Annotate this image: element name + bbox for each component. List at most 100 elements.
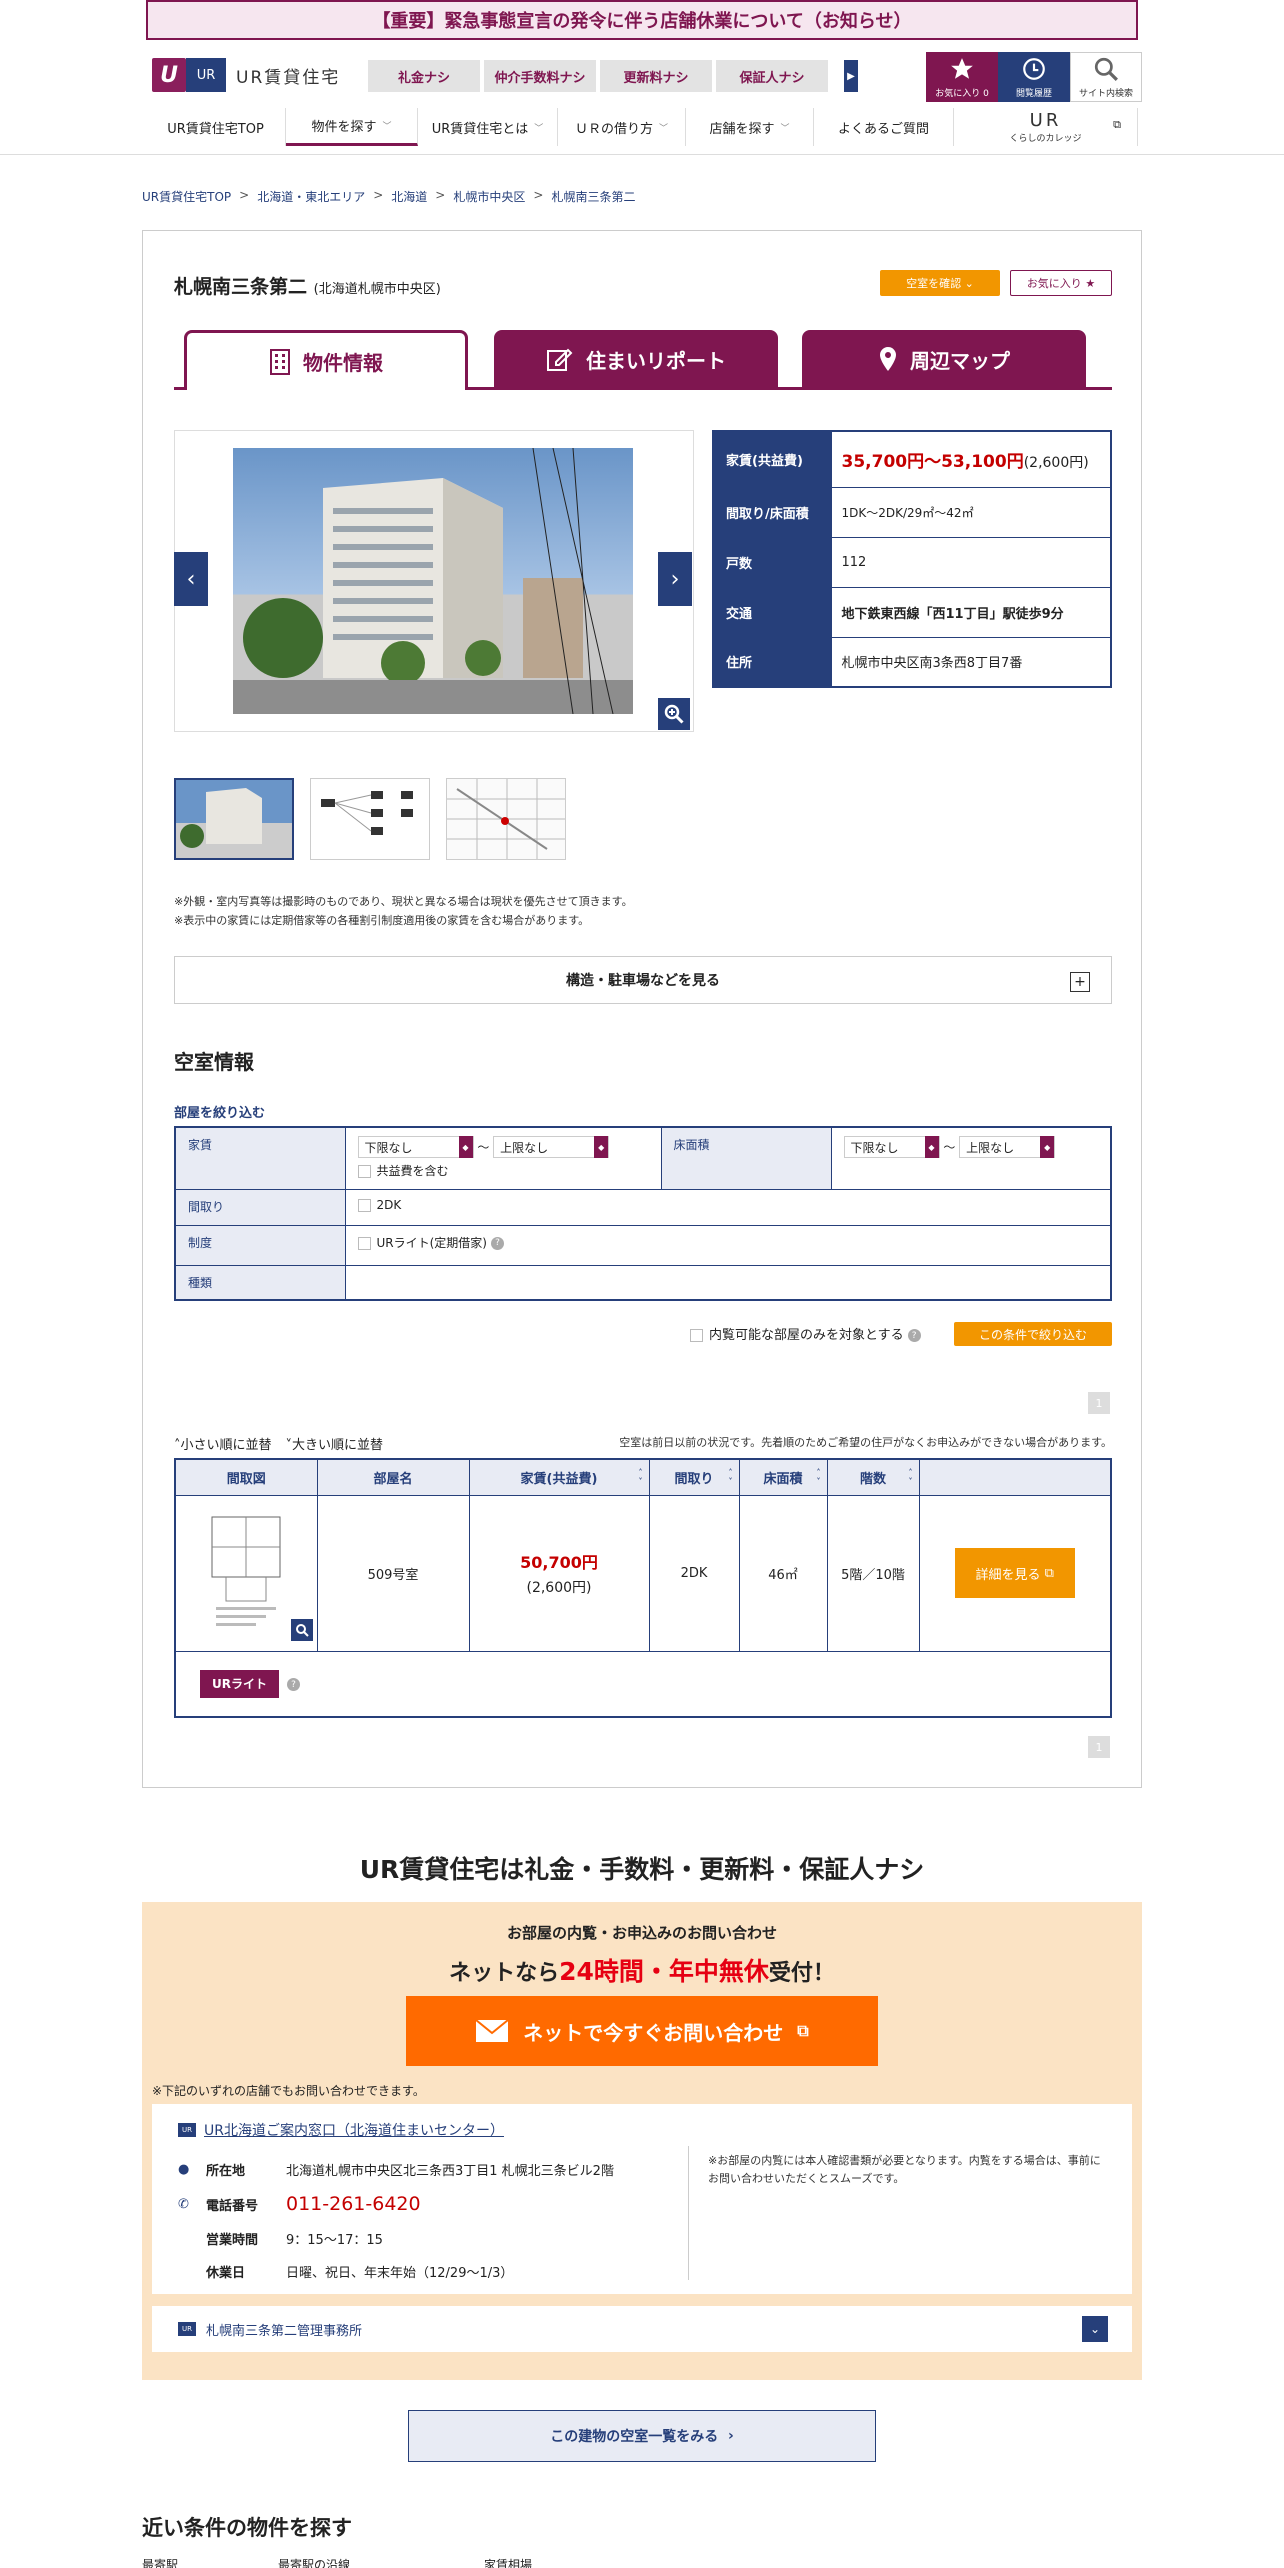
floorplan-image <box>211 1516 281 1626</box>
thumbnail-access-chart[interactable] <box>310 778 430 860</box>
gallery-next-button[interactable]: › <box>658 552 692 606</box>
kurashi-college-link[interactable]: UR くらしのカレッジ ⧉ <box>954 108 1138 146</box>
filter-shurui-label: 種類 <box>174 1264 346 1300</box>
zoom-button[interactable] <box>658 698 690 730</box>
filter-shurui-cell <box>344 1264 1112 1300</box>
vacancy-status-note: 空室は前日以前の状況です。先着順のためご希望の住戸がなくお申込みができない場合が… <box>619 1436 1112 1449</box>
logo-ur-badge: UR <box>186 58 226 92</box>
add-favorite-button[interactable]: お気に入り ★ <box>1010 270 1112 296</box>
building-vacancy-list-button[interactable]: この建物の空室一覧をみる › <box>408 2410 876 2462</box>
include-common-label: 共益費を含む <box>376 1164 449 1178</box>
zoom-icon[interactable] <box>290 1618 313 1641</box>
thumbnail-area-map[interactable] <box>446 778 566 860</box>
gnav-how-to-rent[interactable]: ＵＲの借り方 ﹀ <box>558 108 686 146</box>
chevron-down-icon: ﹀ <box>382 122 392 132</box>
gnav-about[interactable]: UR賃貸住宅とは ﹀ <box>418 108 558 146</box>
room-rent: 50,700円 (2,600円) <box>468 1494 650 1652</box>
tab-property-info[interactable]: 物件情報 <box>184 330 468 390</box>
sort-links: ˄小さい順に並替 ˅大きい順に並替 <box>174 1434 383 1453</box>
apply-filter-button[interactable]: この条件で絞り込む <box>954 1322 1112 1346</box>
breadcrumb-city[interactable]: 札幌市中央区 <box>453 188 525 205</box>
nashi-chukai[interactable]: 仲介手数料ナシ <box>484 60 596 92</box>
floor-min-select[interactable]: 下限なし ◆ <box>843 1136 940 1158</box>
floor-max-select[interactable]: 上限なし ◆ <box>959 1136 1056 1158</box>
units-value: 112 <box>830 536 1112 588</box>
col-rent[interactable]: 家賃(共益費) ˄ ˅ <box>468 1458 650 1496</box>
rent-min-select[interactable]: 下限なし ◆ <box>357 1136 474 1158</box>
near-station-link[interactable]: 最寄駅 <box>142 2556 278 2568</box>
chevron-down-icon: ﹀ <box>780 123 790 134</box>
chevron-down-icon: ⌄ <box>964 276 974 290</box>
near-rent-link[interactable]: 家賃相場 <box>484 2556 532 2568</box>
history-button[interactable]: 閲覧履歴 <box>998 52 1070 102</box>
nashi-reikin[interactable]: 礼金ナシ <box>368 60 480 92</box>
gnav-search-property[interactable]: 物件を探す ﹀ <box>286 108 418 146</box>
site-search-button[interactable]: サイト内検索 <box>1070 52 1142 102</box>
view-detail-button[interactable]: 詳細を見る ⧉ <box>954 1548 1075 1598</box>
favorite-button[interactable]: お気に入り 0 <box>926 52 998 102</box>
breadcrumb-top[interactable]: UR賃貸住宅TOP <box>142 188 231 205</box>
gnav-top[interactable]: UR賃貸住宅TOP <box>146 108 286 146</box>
site-logo[interactable]: U UR UR賃貸住宅 <box>152 58 340 92</box>
col-action <box>918 1458 1112 1496</box>
madori-2dk-checkbox[interactable] <box>357 1198 371 1212</box>
structure-parking-toggle[interactable]: 構造・駐車場などを見る <box>174 956 1112 1004</box>
store-holiday: 日曜、祝日、年末年始（12/29～1/3） <box>286 2266 514 2281</box>
room-filter-table: 家賃 下限なし ◆ ～ 上限なし ◆ 共益費を含む 床面積 下限なし ◆ ～ 上限なし… <box>174 1126 1112 1301</box>
gnav-stores[interactable]: 店舗を探す ﹀ <box>686 108 814 146</box>
store-details: ● 所在地 北海道札幌市中央区北三条西3丁目1 札幌北三条ビル2階 ✆ 電話番号 011… <box>178 2162 614 2281</box>
emergency-notice-link[interactable]: 【重要】緊急事態宣言の発令に伴う店舗休業について（お知らせ） <box>146 0 1138 40</box>
rent-max-select[interactable]: 上限なし ◆ <box>493 1136 610 1158</box>
check-vacancy-button[interactable]: 空室を確認 ⌄ <box>880 270 1000 296</box>
building-photo[interactable] <box>233 448 633 714</box>
floorplan-cell[interactable] <box>174 1494 318 1652</box>
rent-value: 35,700円～53,100円(2,600円) <box>830 430 1112 488</box>
nashi-koshin[interactable]: 更新料ナシ <box>600 60 712 92</box>
pager-top-page-1[interactable]: 1 <box>1088 1392 1110 1414</box>
pager-bottom-page-1[interactable]: 1 <box>1088 1736 1110 1758</box>
nashi-next-arrow[interactable]: ▶ <box>844 60 858 92</box>
sort-descending-link[interactable]: ˅大きい順に並替 <box>286 1434 384 1453</box>
header-divider <box>0 154 1284 155</box>
breadcrumb-region[interactable]: 北海道・東北エリア <box>257 188 365 205</box>
near-line-link[interactable]: 最寄駅の沿線 <box>278 2556 484 2568</box>
sort-icon: ˄ ˅ <box>638 1468 643 1486</box>
urlite-checkbox[interactable] <box>357 1236 371 1250</box>
filter-seido-label: 制度 <box>174 1224 346 1266</box>
help-icon[interactable]: ? <box>287 1678 300 1692</box>
rent-label: 家賃(共益費) <box>712 430 832 488</box>
tab-living-report[interactable]: 住まいリポート <box>494 330 778 388</box>
chevron-down-icon[interactable]: ⌄ <box>1082 2316 1108 2342</box>
select-arrow-icon: ◆ <box>924 1136 939 1158</box>
store-phone[interactable]: 011-261-6420 <box>286 2193 421 2215</box>
viewable-only-checkbox[interactable] <box>690 1329 703 1342</box>
breadcrumb-current[interactable]: 札幌南三条第二 <box>551 188 635 205</box>
col-area[interactable]: 床面積 ˄ ˅ <box>738 1458 828 1496</box>
filter-rent-cell: 下限なし ◆ ～ 上限なし ◆ 共益費を含む <box>344 1126 662 1190</box>
vacancy-result-table: 間取図 部屋名 家賃(共益費) ˄ ˅ 間取り ˄ ˅ 床面積 ˄ ˅ 階数 ˄ ˅ 509号室… <box>174 1458 1112 1718</box>
edit-icon <box>547 348 573 371</box>
breadcrumb-pref[interactable]: 北海道 <box>391 188 427 205</box>
include-common-checkbox[interactable] <box>357 1165 371 1178</box>
star-icon <box>951 57 973 79</box>
favorite-label: お気に入り <box>935 88 981 99</box>
gnav-faq[interactable]: よくあるご質問 <box>814 108 954 146</box>
col-floor[interactable]: 階数 ˄ ˅ <box>826 1458 920 1496</box>
external-link-icon: ⧉ <box>797 2021 809 2040</box>
star-icon: ★ <box>1085 276 1096 290</box>
help-icon[interactable]: ? <box>491 1236 504 1250</box>
nashi-hoshonin[interactable]: 保証人ナシ <box>716 60 828 92</box>
management-office-row[interactable]: 札幌南三条第二管理事務所 <box>152 2306 1132 2352</box>
col-madori[interactable]: 間取り ˄ ˅ <box>648 1458 740 1496</box>
store-name-link[interactable]: UR北海道ご案内窓口（北海道住まいセンター） <box>204 2120 504 2140</box>
thumbnail-exterior[interactable] <box>174 778 294 860</box>
gallery-prev-button[interactable]: ‹ <box>174 552 208 606</box>
tab-area-map[interactable]: 周辺マップ <box>802 330 1086 388</box>
col-floorplan: 間取図 <box>174 1458 318 1496</box>
room-badges: URライト? <box>174 1650 1112 1718</box>
sort-ascending-link[interactable]: ˄小さい順に並替 <box>174 1434 272 1453</box>
logo-text: UR賃貸住宅 <box>236 67 341 88</box>
help-icon[interactable]: ? <box>907 1329 921 1342</box>
room-name: 509号室 <box>316 1494 470 1652</box>
net-inquiry-button[interactable]: ネットで今すぐお問い合わせ ⧉ <box>406 1996 878 2066</box>
